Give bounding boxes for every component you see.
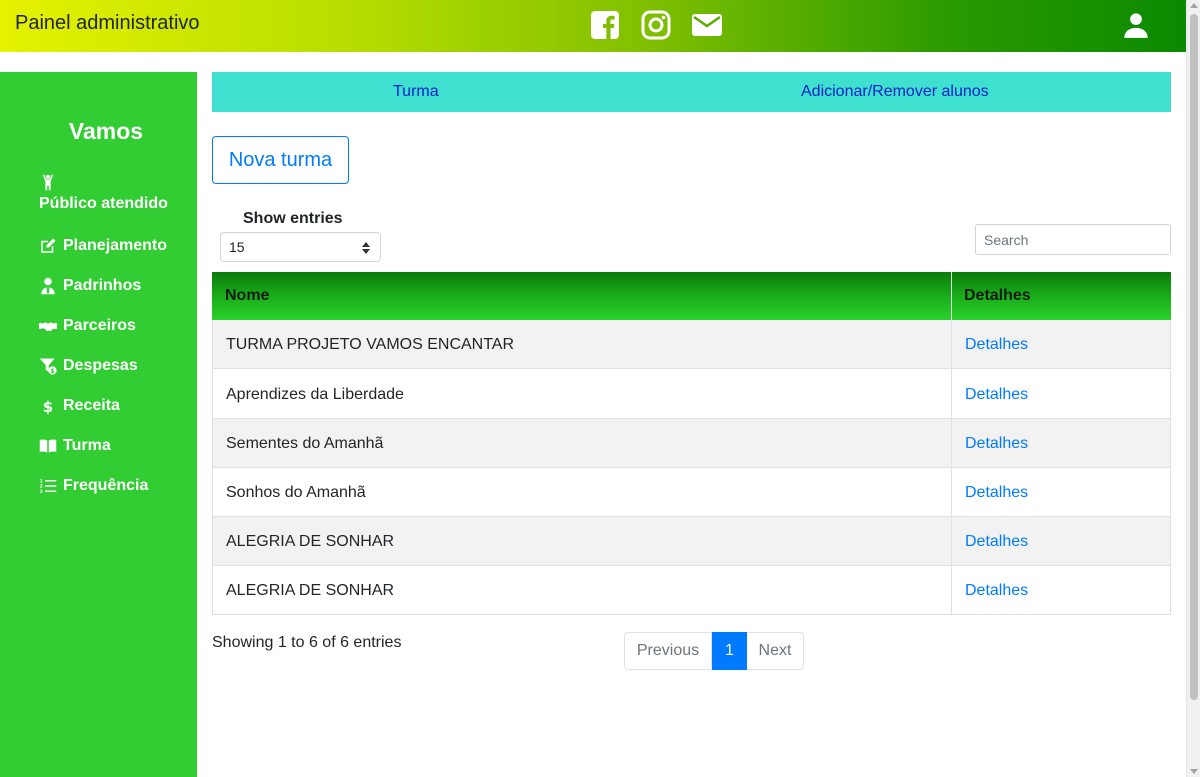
table-row: ALEGRIA DE SONHAR Detalhes [212, 566, 1171, 615]
sidebar-item-label: Parceiros [63, 317, 136, 334]
svg-text:3: 3 [40, 489, 43, 495]
sidebar-item-label: Turma [63, 437, 111, 454]
sort-arrows-icon [362, 242, 370, 254]
tab-adicionar-remover-alunos[interactable]: Adicionar/Remover alunos [801, 83, 989, 101]
pagination-page-1[interactable]: 1 [712, 632, 747, 670]
svg-text:$: $ [50, 368, 54, 375]
pagination-next-button[interactable]: Next [747, 632, 804, 670]
sidebar-item-planejamento[interactable]: Planejamento [39, 237, 167, 255]
cell-name: Sementes do Amanhã [226, 435, 384, 452]
sidebar-item-label: Público atendido [39, 195, 168, 212]
sidebar-item-label: Padrinhos [63, 277, 142, 294]
dollar-icon: $ [43, 398, 53, 415]
person-raised-arms-icon [42, 174, 54, 191]
pagination: Previous 1 Next [624, 632, 804, 670]
pagination-previous-button[interactable]: Previous [624, 632, 712, 670]
cell-name: Aprendizes da Liberdade [226, 386, 404, 403]
sidebar-item-label: Despesas [63, 357, 138, 374]
search-input[interactable]: Search [975, 224, 1171, 255]
table-info: Showing 1 to 6 of 6 entries [212, 634, 402, 651]
sidebar-item-receita[interactable]: $ Receita [39, 397, 120, 415]
detalhes-link[interactable]: Detalhes [965, 533, 1028, 551]
sidebar-item-parceiros[interactable]: Parceiros [39, 317, 136, 335]
detalhes-link[interactable]: Detalhes [965, 582, 1028, 600]
sidebar-item-label: Frequência [63, 477, 149, 494]
list-ordered-icon: 1 2 3 [40, 478, 57, 495]
scroll-down-arrow-icon[interactable] [1190, 769, 1198, 774]
cell-name: ALEGRIA DE SONHAR [226, 533, 395, 550]
svg-text:2: 2 [40, 484, 43, 490]
sidebar-item-label: Planejamento [63, 237, 168, 254]
filter-dollar-icon: $ [39, 358, 57, 375]
scrollbar-thumb[interactable] [1190, 14, 1198, 700]
sidebar-item-padrinhos[interactable]: Padrinhos [39, 277, 141, 295]
tab-turma[interactable]: Turma [393, 83, 439, 101]
svg-text:$: $ [43, 398, 53, 415]
table-row: Aprendizes da Liberdade Detalhes [212, 370, 1171, 419]
table-header: Nome Detalhes [212, 272, 1171, 320]
sidebar-item-frequencia[interactable]: 1 2 3 Frequência [39, 477, 149, 495]
sidebar: Vamos Público atendido Planejamento Padr… [0, 72, 197, 777]
cell-name: TURMA PROJETO VAMOS ENCANTAR [226, 336, 515, 353]
entries-select[interactable]: 15 [220, 232, 381, 262]
user-icon[interactable] [1122, 11, 1150, 39]
page: Painel administrativo Vamos Público aten… [0, 0, 1186, 777]
column-divider [951, 272, 952, 615]
top-navbar: Painel administrativo [0, 0, 1186, 52]
column-header-nome[interactable]: Nome [225, 287, 269, 305]
entries-select-value: 15 [229, 239, 245, 255]
detalhes-link[interactable]: Detalhes [965, 386, 1028, 404]
sidebar-item-despesas[interactable]: $ Despesas [39, 357, 138, 375]
tabs-bar: Turma Adicionar/Remover alunos [212, 72, 1171, 112]
scroll-up-arrow-icon[interactable] [1190, 3, 1198, 8]
sidebar-item-publico-atendido[interactable]: Público atendido [39, 173, 168, 213]
handshake-icon [39, 322, 57, 332]
nova-turma-button[interactable]: Nova turma [212, 136, 349, 184]
detalhes-link[interactable]: Detalhes [965, 484, 1028, 502]
column-header-detalhes[interactable]: Detalhes [964, 287, 1031, 305]
sidebar-item-turma[interactable]: Turma [39, 437, 111, 455]
cell-name: ALEGRIA DE SONHAR [226, 582, 395, 599]
detalhes-link[interactable]: Detalhes [965, 435, 1028, 453]
table-row: Sonhos do Amanhã Detalhes [212, 468, 1171, 517]
table-row: ALEGRIA DE SONHAR Detalhes [212, 517, 1171, 566]
svg-text:1: 1 [40, 478, 43, 484]
detalhes-link[interactable]: Detalhes [965, 336, 1028, 354]
brand-title[interactable]: Painel administrativo [15, 12, 200, 35]
mail-icon[interactable] [691, 9, 723, 41]
table-row: TURMA PROJETO VAMOS ENCANTAR Detalhes [212, 320, 1171, 369]
show-entries-label: Show entries [243, 210, 343, 227]
cell-name: Sonhos do Amanhã [226, 484, 366, 501]
edit-icon [41, 238, 56, 253]
instagram-icon[interactable] [640, 9, 672, 41]
facebook-icon[interactable] [589, 9, 621, 41]
book-open-icon [39, 439, 57, 453]
sidebar-item-label: Receita [63, 397, 120, 414]
user-tie-icon [41, 277, 55, 295]
sidebar-title: Vamos [68, 118, 144, 144]
vertical-scrollbar[interactable] [1186, 0, 1200, 777]
table-row: Sementes do Amanhã Detalhes [212, 419, 1171, 468]
